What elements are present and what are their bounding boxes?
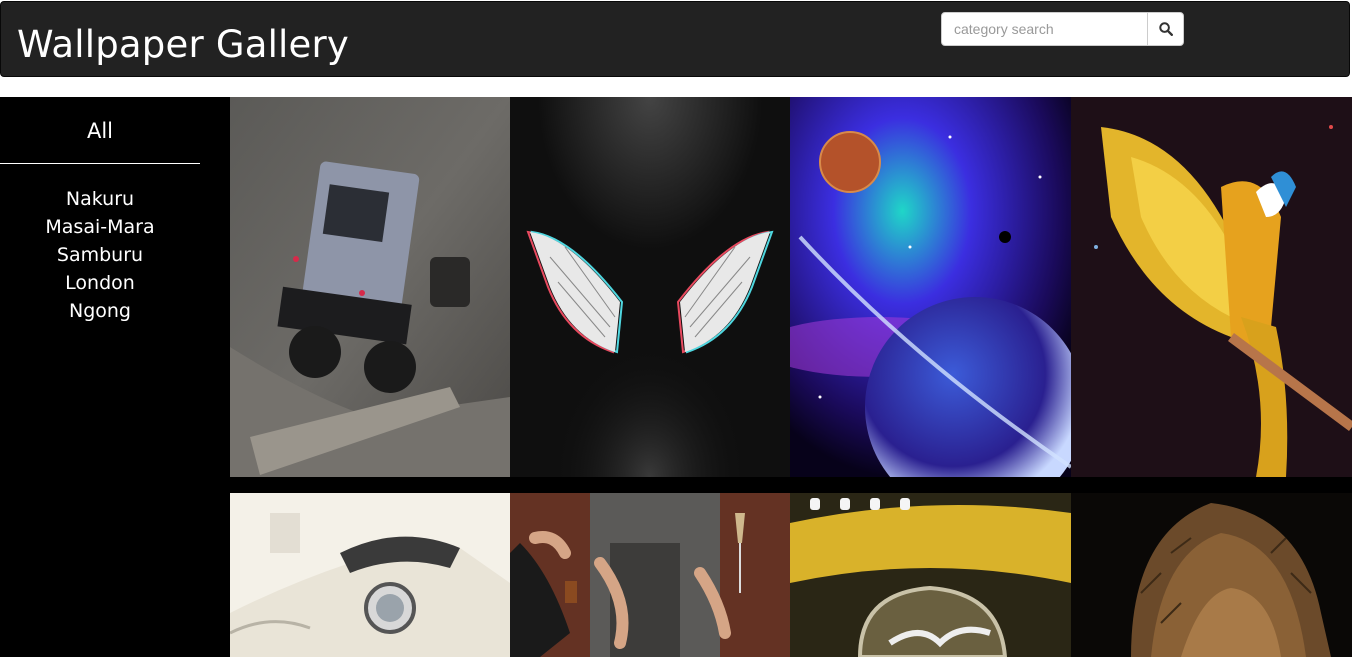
gallery-grid <box>230 97 1352 657</box>
gallery-image-space[interactable] <box>790 97 1071 477</box>
gallery-image-parrot[interactable] <box>1071 97 1352 477</box>
location-list: Nakuru Masai-Mara Samburu London Ngong <box>0 185 200 325</box>
gallery-image-lion[interactable] <box>1071 493 1352 657</box>
site-title[interactable]: Wallpaper Gallery <box>17 21 349 69</box>
sidebar-divider <box>0 163 200 164</box>
gallery-image-vintage-car[interactable] <box>230 493 510 657</box>
navbar: Wallpaper Gallery <box>0 1 1350 77</box>
search-icon <box>1158 22 1173 36</box>
gallery-image-wings[interactable] <box>510 97 790 477</box>
gallery-image-car-badge[interactable] <box>790 493 1071 657</box>
sidebar-item-samburu[interactable]: Samburu <box>0 241 200 269</box>
sidebar-item-london[interactable]: London <box>0 269 200 297</box>
sidebar-item-masai-mara[interactable]: Masai-Mara <box>0 213 200 241</box>
search-group <box>941 12 1184 46</box>
search-button[interactable] <box>1147 13 1183 45</box>
sidebar-item-ngong[interactable]: Ngong <box>0 297 200 325</box>
gallery-image-toast[interactable] <box>510 493 790 657</box>
sidebar-item-nakuru[interactable]: Nakuru <box>0 185 200 213</box>
gallery-image-jeep[interactable] <box>230 97 510 477</box>
sidebar-item-all[interactable]: All <box>0 117 200 145</box>
sidebar: All Nakuru Masai-Mara Samburu London Ngo… <box>0 97 230 657</box>
search-input[interactable] <box>942 13 1147 45</box>
